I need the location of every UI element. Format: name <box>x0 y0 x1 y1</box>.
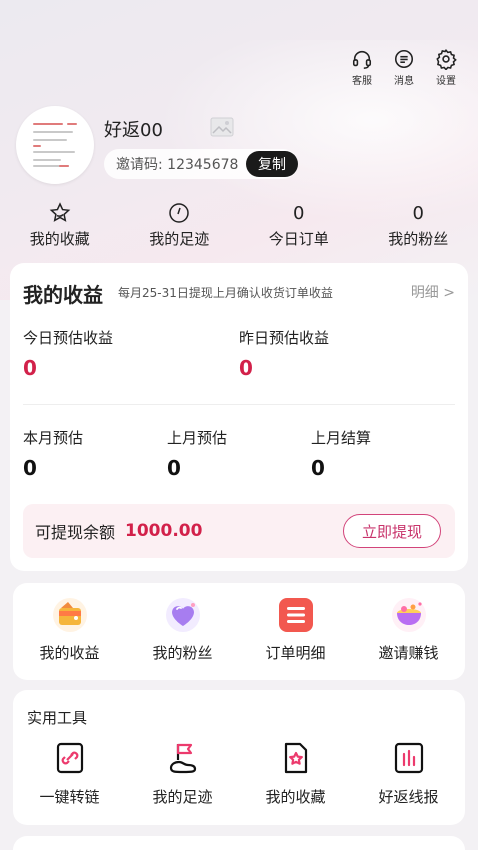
star-doc-icon <box>284 742 307 774</box>
stat-fans[interactable]: 0 我的粉丝 <box>359 200 478 249</box>
earnings-title: 我的收益 <box>23 283 103 307</box>
earnings-divider <box>23 404 455 405</box>
quick-invite-earn-label: 邀请赚钱 <box>378 644 439 662</box>
quick-my-earnings-label: 我的收益 <box>39 644 100 662</box>
last-month-estimate-value: 0 <box>167 456 181 480</box>
clock-icon <box>169 203 189 223</box>
stats-row: 我的收藏 我的足迹 0 今日订单 0 我的粉丝 <box>0 200 478 249</box>
earnings-detail-link[interactable]: 明细 > <box>411 282 455 302</box>
quick-order-details-label: 订单明细 <box>265 644 326 662</box>
tools-title: 实用工具 <box>27 709 88 727</box>
username: 好返00 <box>104 120 163 141</box>
flag-icon <box>169 743 196 774</box>
earnings-card: 我的收益 每月25-31日提现上月确认收货订单收益 明细 > 今日预估收益 0 … <box>10 263 468 571</box>
stat-footprints-label: 我的足迹 <box>149 230 210 248</box>
wallet-icon <box>52 598 87 632</box>
invite-code-pill: 邀请码: 12345678 复制 <box>104 149 298 179</box>
last-month-settled-value: 0 <box>311 456 325 480</box>
copy-button[interactable]: 复制 <box>246 151 298 177</box>
withdraw-button[interactable]: 立即提现 <box>343 514 441 548</box>
stat-favorites-icon-wrap <box>48 200 72 226</box>
chart-icon <box>394 742 423 774</box>
order-list-icon <box>278 598 313 632</box>
withdrawable-balance-box: 可提现余额 1000.00 立即提现 <box>23 504 455 558</box>
stat-fans-value: 0 <box>412 202 424 224</box>
today-estimate-value: 0 <box>23 356 37 380</box>
stat-favorites[interactable]: 我的收藏 <box>0 200 120 249</box>
stat-favorites-label: 我的收藏 <box>29 230 90 248</box>
settings-button[interactable]: 设置 <box>432 48 460 87</box>
tool-footprints[interactable]: 我的足迹 <box>126 740 239 807</box>
tool-favorites-label: 我的收藏 <box>265 788 326 806</box>
tool-deal-reports-label: 好返线报 <box>378 788 439 806</box>
earnings-note: 每月25-31日提现上月确认收货订单收益 <box>118 286 333 300</box>
star-icon <box>49 202 71 222</box>
top-actions: 客服 消息 设置 <box>348 48 460 87</box>
stat-fans-label: 我的粉丝 <box>388 230 449 248</box>
stat-footprints-icon-wrap <box>167 200 191 226</box>
yesterday-estimate-value: 0 <box>239 356 253 380</box>
tool-convert-link-label: 一键转链 <box>39 788 100 806</box>
balance-value: 1000.00 <box>125 521 203 541</box>
link-icon <box>56 742 83 774</box>
quick-my-fans-label: 我的粉丝 <box>152 644 213 662</box>
stat-today-orders-value: 0 <box>293 202 305 224</box>
gear-icon <box>436 49 457 70</box>
quick-order-details[interactable]: 订单明细 <box>239 583 352 680</box>
messages-button[interactable]: 消息 <box>390 48 418 87</box>
gift-bowl-icon <box>391 598 426 632</box>
stat-today-orders[interactable]: 0 今日订单 <box>239 200 359 249</box>
customer-service-label: 客服 <box>352 76 372 87</box>
balance-label: 可提现余额 <box>35 523 116 542</box>
quick-invite-earn[interactable]: 邀请赚钱 <box>352 583 465 680</box>
tool-footprints-label: 我的足迹 <box>152 788 213 806</box>
messages-label: 消息 <box>394 76 414 87</box>
yesterday-estimate-label: 昨日预估收益 <box>239 329 330 347</box>
message-icon <box>394 49 414 69</box>
stat-footprints[interactable]: 我的足迹 <box>120 200 240 249</box>
avatar[interactable] <box>16 106 94 184</box>
month-estimate-value: 0 <box>23 456 37 480</box>
stat-today-orders-label: 今日订单 <box>268 230 329 248</box>
last-month-estimate-label: 上月预估 <box>167 429 228 447</box>
tools-card: 实用工具 一键转链 我的足迹 我的收藏 好返线报 <box>13 690 465 825</box>
image-placeholder-icon <box>210 117 234 137</box>
quick-menu-card: 我的收益 我的粉丝 订单明细 邀请赚钱 <box>13 583 465 680</box>
tools-row: 一键转链 我的足迹 我的收藏 好返线报 <box>13 740 465 807</box>
tool-favorites[interactable]: 我的收藏 <box>239 740 352 807</box>
last-month-settled-label: 上月结算 <box>311 429 372 447</box>
customer-service-button[interactable]: 客服 <box>348 48 376 87</box>
tool-deal-reports[interactable]: 好返线报 <box>352 740 465 807</box>
invite-code: 邀请码: 12345678 <box>116 157 239 173</box>
settings-label: 设置 <box>436 76 456 87</box>
month-estimate-label: 本月预估 <box>23 429 84 447</box>
heart-icon <box>165 598 200 632</box>
quick-my-fans[interactable]: 我的粉丝 <box>126 583 239 680</box>
headset-icon <box>352 50 372 69</box>
next-card-partial <box>13 836 465 850</box>
today-estimate-label: 今日预估收益 <box>23 329 114 347</box>
quick-my-earnings[interactable]: 我的收益 <box>13 583 126 680</box>
tool-convert-link[interactable]: 一键转链 <box>13 740 126 807</box>
